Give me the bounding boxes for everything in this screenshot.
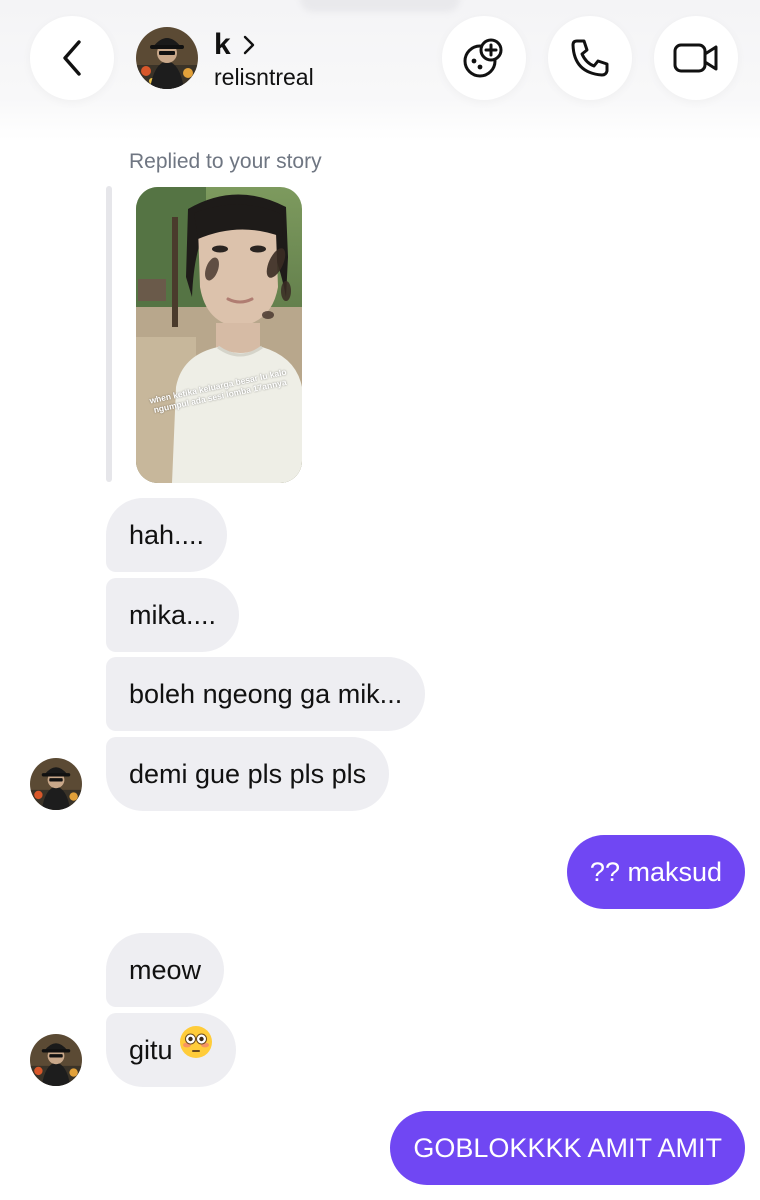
- back-button[interactable]: [30, 16, 114, 100]
- chevron-right-icon: [243, 35, 255, 55]
- avatar[interactable]: [136, 27, 198, 89]
- chevron-left-icon: [63, 40, 81, 76]
- thread-header: k relisntreal: [0, 0, 760, 140]
- reply-indicator-bar: [106, 186, 112, 482]
- video-call-button[interactable]: [654, 16, 738, 100]
- message-bubble-outgoing[interactable]: ?? maksud: [566, 835, 745, 909]
- video-camera-icon: [673, 43, 718, 73]
- audio-call-button[interactable]: [548, 16, 632, 100]
- sender-avatar[interactable]: [30, 1034, 82, 1086]
- blurred-status-strip: [300, 0, 460, 12]
- game-controller-plus-icon: [463, 38, 503, 78]
- games-button[interactable]: [442, 16, 526, 100]
- message-bubble-incoming[interactable]: meow: [106, 933, 225, 1007]
- sender-avatar[interactable]: [30, 758, 82, 810]
- message-bubble-incoming[interactable]: gitu: [106, 1013, 236, 1087]
- message-bubble-incoming[interactable]: boleh ngeong ga mik...: [106, 657, 426, 731]
- story-thumbnail[interactable]: when ketika keluarga besar lu kalo ngump…: [136, 187, 302, 483]
- message-bubble-incoming[interactable]: demi gue pls pls pls: [106, 737, 390, 811]
- contact-username[interactable]: relisntreal: [214, 64, 314, 91]
- message-text: gitu: [129, 1035, 173, 1065]
- message-bubble-outgoing[interactable]: GOBLOKKKK AMIT AMIT: [390, 1111, 745, 1185]
- replied-to-story-label: Replied to your story: [129, 150, 322, 173]
- flushed-face-emoji: [179, 1013, 213, 1087]
- message-bubble-incoming[interactable]: mika....: [106, 578, 240, 652]
- message-bubble-incoming[interactable]: hah....: [106, 498, 228, 572]
- phone-icon: [571, 39, 609, 77]
- contact-display-name[interactable]: k: [214, 28, 231, 62]
- dm-thread-screen: k relisntreal Replied to your story when…: [0, 0, 760, 1200]
